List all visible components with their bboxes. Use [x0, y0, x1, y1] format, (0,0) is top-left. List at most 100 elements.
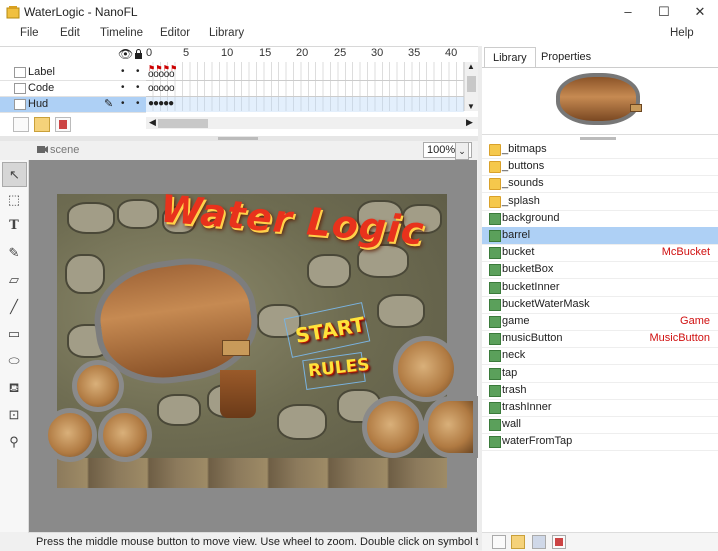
menu-edit[interactable]: Edit	[60, 27, 80, 39]
library-item[interactable]: bucket McBucket	[482, 244, 718, 263]
lock-dot[interactable]: •	[136, 98, 140, 109]
library-item[interactable]: trashInner	[482, 399, 718, 417]
ruler-tick: 35	[408, 47, 421, 59]
menu-timeline[interactable]: Timeline	[100, 27, 143, 39]
library-item[interactable]: tap	[482, 365, 718, 383]
hud-keyframes[interactable]: ●●●●●	[148, 98, 174, 109]
tap[interactable]	[222, 340, 250, 356]
eyedropper-tool[interactable]: ⚲	[2, 430, 26, 454]
paint-bucket-tool[interactable]: ⛾	[2, 376, 26, 400]
scroll-left-icon[interactable]: ◀	[149, 117, 156, 128]
library-item-name: tap	[502, 366, 518, 379]
barrel-left-bottom-2[interactable]	[98, 408, 152, 462]
select-tool[interactable]: ↖	[2, 162, 27, 187]
symbol-icon	[489, 212, 501, 225]
ellipse-tool[interactable]: ⬭	[2, 349, 26, 373]
menu-library[interactable]: Library	[209, 27, 244, 39]
text-tool[interactable]: T	[2, 214, 26, 238]
library-item[interactable]: barrel	[482, 227, 718, 245]
bucket[interactable]	[220, 370, 256, 418]
library-item[interactable]: trash	[482, 382, 718, 400]
menu-editor[interactable]: Editor	[160, 27, 190, 39]
scene-breadcrumb[interactable]: scene	[50, 144, 79, 156]
label-keyframes[interactable]: ooooo	[148, 69, 175, 80]
library-item[interactable]: _splash	[482, 193, 718, 211]
tab-library[interactable]: Library	[484, 47, 536, 68]
scroll-thumb[interactable]	[467, 76, 476, 92]
new-symbol-button[interactable]	[492, 535, 506, 549]
maximize-button[interactable]: ☐	[646, 0, 682, 24]
barrel-right-bottom[interactable]	[362, 396, 424, 458]
splitter-grip[interactable]	[580, 137, 616, 140]
library-item[interactable]: game Game	[482, 313, 718, 331]
library-item-name: waterFromTap	[502, 435, 573, 448]
new-folder-button[interactable]	[511, 535, 525, 549]
library-item[interactable]: _buttons	[482, 158, 718, 177]
properties-button[interactable]	[532, 535, 546, 549]
preview-tap	[630, 104, 642, 112]
lock-dot[interactable]: •	[136, 82, 140, 93]
close-button[interactable]: ✕	[682, 0, 718, 24]
transform-tool[interactable]: ⬚	[2, 188, 26, 212]
eye-icon[interactable]: 👁	[118, 47, 133, 61]
splitter-grip[interactable]	[218, 137, 258, 140]
barrel-right-top[interactable]	[393, 336, 459, 402]
line-tool[interactable]: ╱	[2, 295, 26, 319]
add-folder-button[interactable]	[34, 117, 50, 132]
lock-icon[interactable]	[134, 49, 143, 59]
library-item-name: game	[502, 315, 530, 327]
library-item[interactable]: bucketBox	[482, 261, 718, 280]
delete-layer-button[interactable]	[55, 117, 71, 132]
scroll-down-icon[interactable]: ▼	[467, 102, 475, 111]
library-item[interactable]: background	[482, 210, 718, 228]
library-item-name: wall	[502, 418, 521, 431]
lock-dot[interactable]: •	[136, 66, 140, 77]
barrel-right-bottom-2[interactable]	[423, 396, 478, 458]
stage-header	[28, 141, 478, 160]
barrel-left-top[interactable]	[72, 360, 124, 412]
barrel-left-bottom[interactable]	[43, 408, 97, 462]
layer-name: Label	[28, 66, 55, 78]
rectangle-tool[interactable]: ▭	[2, 322, 26, 346]
tab-properties[interactable]: Properties	[533, 47, 599, 67]
pencil-tool[interactable]: ✎	[2, 241, 26, 265]
library-item-name: musicButton	[502, 332, 563, 345]
library-item[interactable]: _bitmaps	[482, 141, 718, 159]
library-item-name: trashInner	[502, 401, 552, 413]
ruler-tick: 0	[146, 47, 153, 59]
library-item[interactable]: bucketInner	[482, 279, 718, 297]
menu-help[interactable]: Help	[670, 27, 694, 39]
symbol-icon	[489, 333, 501, 346]
library-item-name: _bitmaps	[502, 143, 547, 155]
library-item[interactable]: neck	[482, 347, 718, 366]
menu-file[interactable]: File	[20, 27, 39, 39]
library-item[interactable]: waterFromTap	[482, 433, 718, 452]
delete-item-button[interactable]	[552, 535, 566, 549]
scroll-right-icon[interactable]: ▶	[466, 117, 473, 128]
code-keyframes[interactable]: ooooo	[148, 83, 175, 94]
layer-icon	[14, 83, 26, 94]
library-item[interactable]: _sounds	[482, 175, 718, 194]
library-item-name: _sounds	[502, 177, 544, 190]
library-item[interactable]: wall	[482, 416, 718, 435]
hscroll-thumb[interactable]	[158, 119, 208, 128]
layer-icon	[14, 67, 26, 78]
layer-row-label[interactable]: Label • •	[0, 65, 146, 81]
library-item[interactable]: bucketWaterMask	[482, 296, 718, 314]
linkage-name: MusicButton	[649, 332, 710, 345]
library-item[interactable]: musicButton MusicButton	[482, 330, 718, 349]
visibility-dot[interactable]: •	[121, 66, 125, 77]
layer-name: Hud	[28, 98, 49, 110]
scroll-up-icon[interactable]: ▲	[467, 62, 475, 71]
gradient-tool[interactable]: ⊡	[2, 403, 26, 427]
layer-row-hud[interactable]: Hud ✎ • •	[0, 97, 146, 113]
visibility-dot[interactable]: •	[121, 82, 125, 93]
eraser-tool[interactable]: ▱	[2, 268, 26, 292]
chevron-down-icon[interactable]: ⌄	[455, 142, 469, 160]
folder-icon	[489, 161, 501, 174]
minimize-button[interactable]: –	[610, 0, 646, 24]
timeline-vscroll[interactable]: ▲ ▼	[464, 62, 478, 111]
add-layer-button[interactable]	[13, 117, 29, 132]
layer-row-code[interactable]: Code • •	[0, 81, 146, 97]
visibility-dot[interactable]: •	[121, 98, 125, 109]
